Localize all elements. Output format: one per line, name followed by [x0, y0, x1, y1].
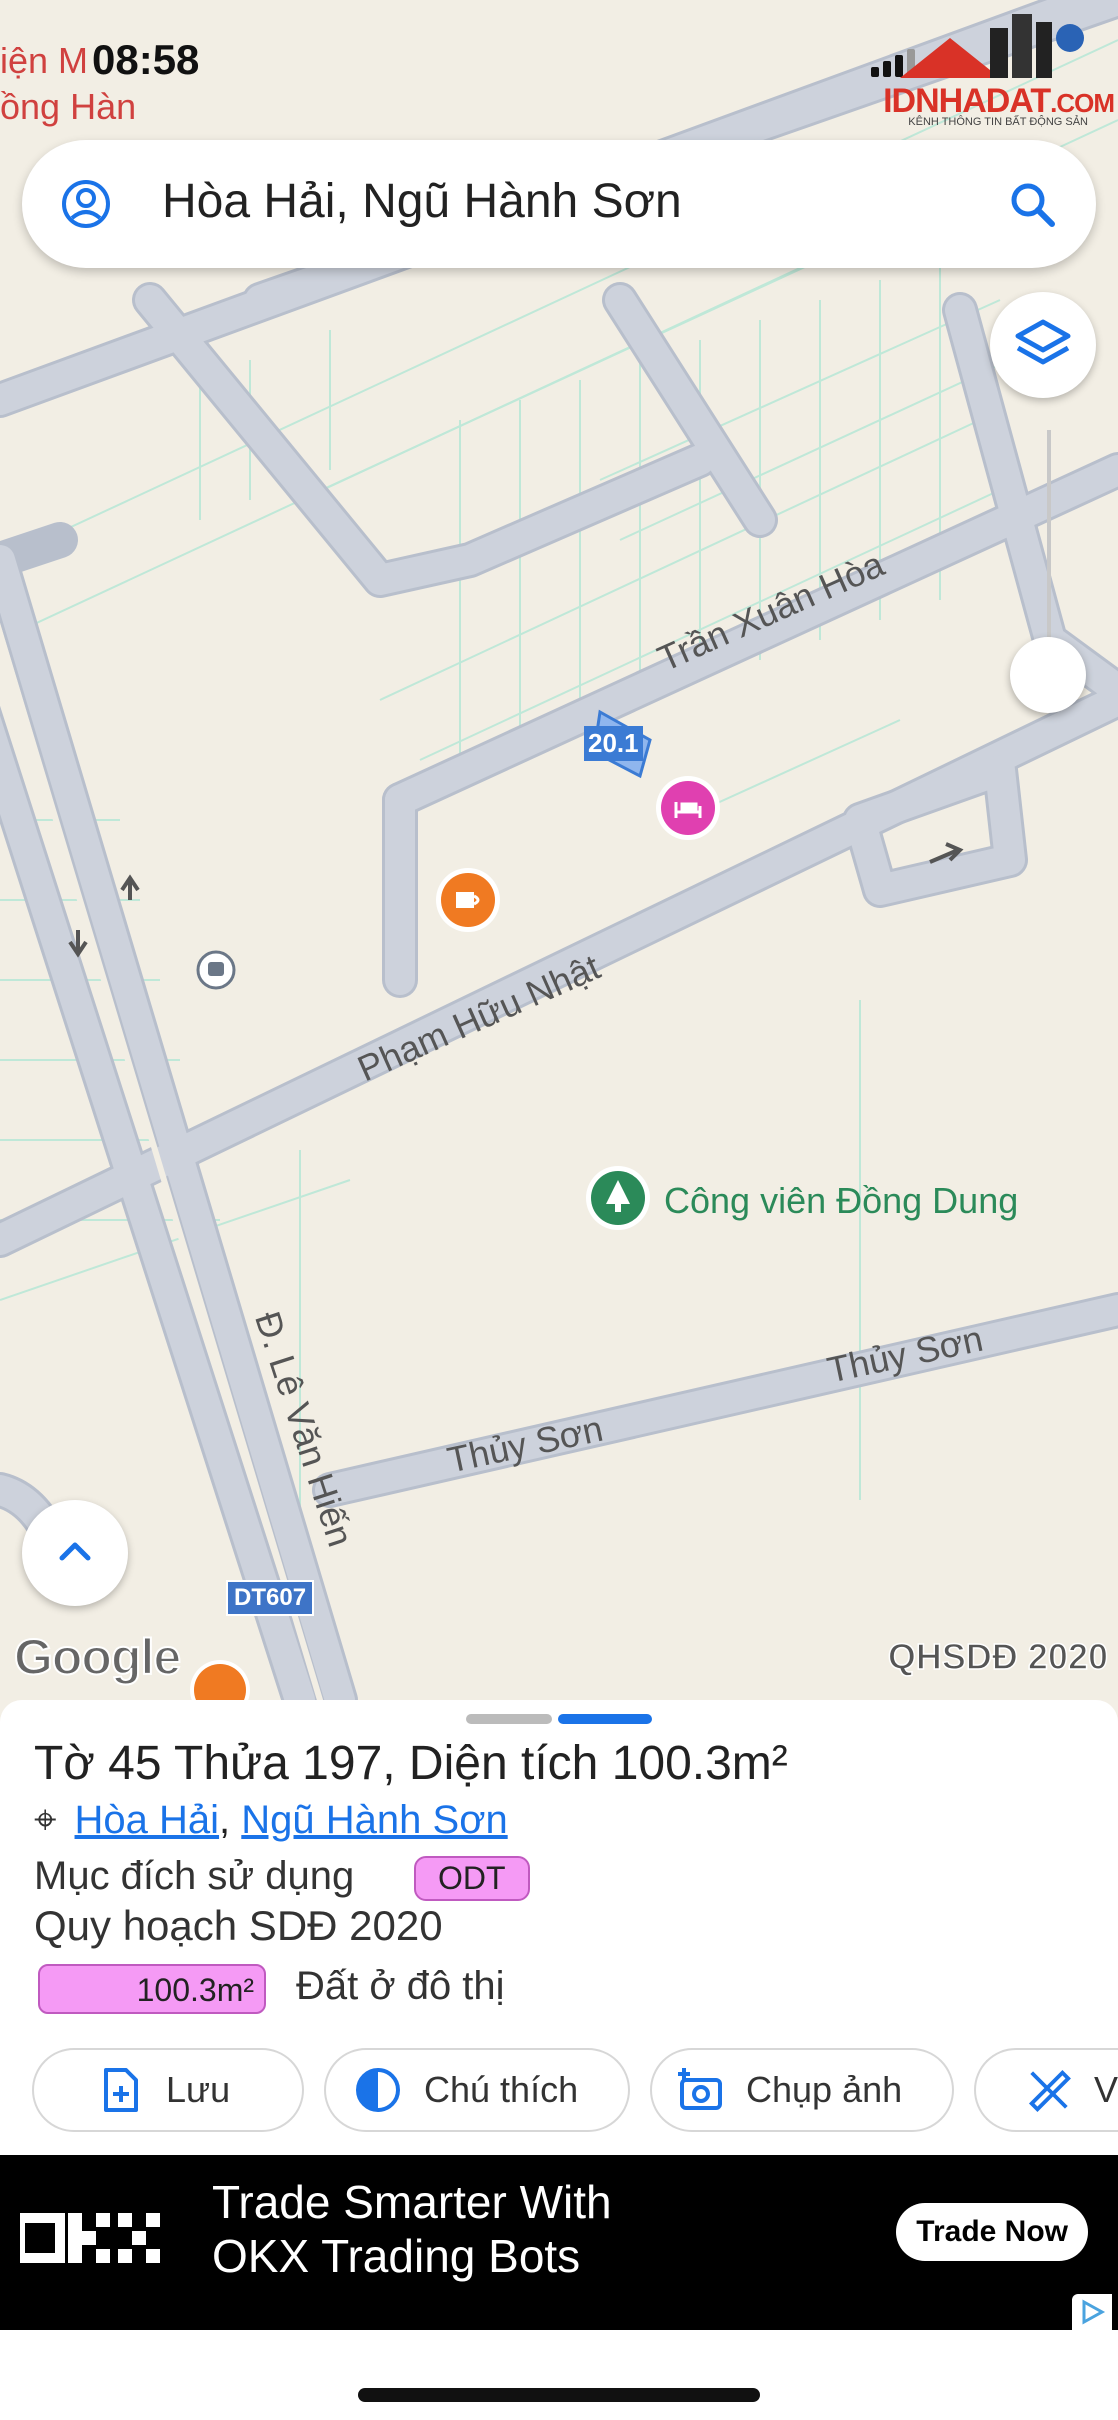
parcel-number-label[interactable]: 20.1	[584, 726, 643, 761]
purpose-badge: ODT	[414, 1856, 530, 1901]
measure-label: V	[1093, 2069, 1118, 2110]
expand-up-button[interactable]	[22, 1500, 128, 1606]
take-photo-button[interactable]: Chụp ảnh	[650, 2048, 954, 2132]
land-type: Đất ở đô thị	[296, 1964, 505, 2008]
address-link-ward[interactable]: Hòa Hải	[75, 1798, 220, 1842]
location-pin-icon: ⌖	[34, 1798, 57, 1842]
park-pin-icon	[586, 1166, 650, 1230]
opacity-slider-knob[interactable]	[1010, 637, 1086, 713]
ruler-pencil-icon	[1028, 2069, 1071, 2112]
overlay-label: QHSDĐ 2020	[887, 1635, 1109, 1678]
half-circle-icon	[356, 2068, 400, 2112]
user-circle-icon[interactable]	[60, 178, 112, 230]
search-input[interactable]: Hòa Hải, Ngũ Hành Sơn	[162, 174, 682, 229]
add-camera-icon	[678, 2068, 722, 2110]
parcel-title: Tờ 45 Thửa 197, Diện tích 100.3m²	[34, 1737, 788, 1790]
ad-headline-1: Trade Smarter With	[212, 2176, 612, 2228]
home-indicator[interactable]	[358, 2388, 760, 2402]
search-icon[interactable]	[1006, 178, 1058, 230]
adchoices-icon[interactable]	[1072, 2294, 1112, 2330]
map-layers-button[interactable]	[990, 292, 1096, 398]
measure-button[interactable]: V	[974, 2048, 1118, 2132]
hotel-pin-icon	[656, 776, 720, 840]
sheet-handle-1[interactable]	[466, 1714, 552, 1724]
poi-label-park[interactable]: Công viên Đồng Dung	[664, 1180, 1018, 1222]
add-file-icon	[104, 2068, 138, 2112]
sheet-handle-2[interactable]	[558, 1714, 652, 1724]
status-time: 08:58	[92, 36, 200, 83]
area-badge: 100.3m²	[38, 1964, 266, 2014]
take-photo-label: Chụp ảnh	[746, 2069, 903, 2110]
logo-tagline: KÊNH THÔNG TIN BẤT ĐỘNG SẢN	[908, 116, 1088, 128]
ad-cta-button[interactable]: Trade Now	[896, 2203, 1088, 2261]
ad-banner[interactable]: Trade Smarter With OKX Trading Bots Trad…	[0, 2155, 1118, 2330]
legend-label: Chú thích	[424, 2069, 579, 2110]
home-indicator-area	[0, 2330, 1118, 2420]
ad-headline-2: OKX Trading Bots	[212, 2230, 581, 2282]
parcel-info-sheet[interactable]: Tờ 45 Thửa 197, Diện tích 100.3m² ⌖ Hòa H…	[0, 1700, 1118, 2155]
road-shield: DT607	[226, 1580, 315, 1616]
legend-button[interactable]: Chú thích	[324, 2048, 630, 2132]
chevron-up-icon	[59, 1542, 91, 1561]
save-label: Lưu	[166, 2069, 231, 2110]
okx-logo-icon	[20, 2213, 160, 2263]
logo-domain: .COM	[1050, 88, 1115, 118]
save-button[interactable]: Lưu	[32, 2048, 304, 2132]
logo-brand-name: IDNHADAT	[883, 82, 1051, 120]
address-link-district[interactable]: Ngũ Hành Sơn	[241, 1798, 507, 1842]
search-bar[interactable]: Hòa Hải, Ngũ Hành Sơn	[22, 140, 1096, 268]
parcel-address: ⌖ Hòa Hải, Ngũ Hành Sơn	[34, 1798, 508, 1843]
map-view[interactable]: iện M ồng Hàn 08:58 4G IDNHADAT.COM KÊNH…	[0, 0, 1118, 1700]
purpose-label: Mục đích sử dụng	[34, 1854, 355, 1898]
cafe-pin-icon	[436, 868, 500, 932]
google-logo: Google	[13, 1628, 182, 1686]
layers-icon	[1015, 319, 1071, 365]
address-separator: ,	[219, 1798, 231, 1842]
left-text-line2: ồng Hàn	[0, 86, 137, 127]
opacity-slider-track[interactable]	[1047, 430, 1051, 650]
plan-label: Quy hoạch SDĐ 2020	[34, 1902, 443, 1949]
